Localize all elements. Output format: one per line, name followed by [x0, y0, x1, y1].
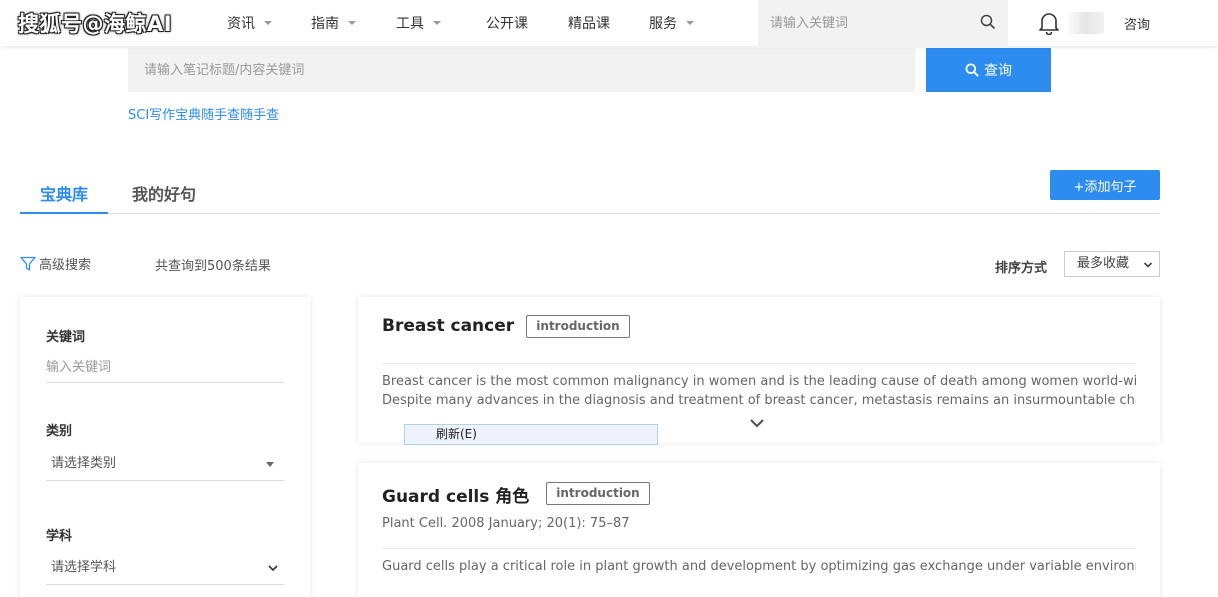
category-select-value: 请选择类别	[51, 456, 117, 471]
card-divider	[382, 548, 1136, 549]
result-count: 共查询到500条结果	[155, 259, 271, 274]
advanced-search-toggle[interactable]: 高级搜索	[20, 254, 91, 273]
category-select[interactable]: 请选择类别	[46, 447, 284, 481]
add-sentence-button[interactable]: +添加句子	[1050, 170, 1160, 200]
nav-item-premium-course[interactable]: 精品课	[568, 13, 610, 33]
sort-select[interactable]: 最多收藏	[1064, 251, 1160, 277]
top-search-box	[758, 0, 1008, 46]
nav-item-tools[interactable]: 工具	[396, 13, 441, 33]
top-navbar: 搜狐号@海鲸AI 资讯 指南 工具 公开课 精品课 服务 咨询	[0, 0, 1218, 46]
keyword-input[interactable]	[46, 353, 284, 383]
filter-sidebar: 关键词 类别 请选择类别 学科 请选择学科	[20, 297, 310, 597]
active-tab-indicator	[20, 212, 108, 214]
user-avatar[interactable]	[1068, 12, 1104, 34]
keyword-label: 关键词	[46, 330, 86, 345]
search-icon	[965, 63, 979, 77]
category-label: 类别	[46, 424, 73, 439]
chevron-down-icon	[268, 565, 278, 572]
nav-item-news[interactable]: 资讯	[227, 13, 272, 33]
result-text-line: Breast cancer is the most common maligna…	[382, 374, 1136, 389]
search-icon[interactable]	[980, 14, 996, 30]
result-title[interactable]: Breast cancer	[382, 316, 514, 336]
nav-item-open-course[interactable]: 公开课	[486, 13, 528, 33]
site-logo[interactable]: 搜狐号@海鲸AI	[18, 8, 172, 38]
nav-item-label: 精品课	[568, 16, 610, 32]
caret-down-icon	[266, 462, 274, 467]
result-citation: Plant Cell. 2008 January; 20(1): 75–87	[382, 516, 630, 531]
filter-icon	[20, 256, 36, 271]
nav-item-label: 公开课	[486, 16, 528, 32]
note-search-input[interactable]	[128, 48, 915, 92]
caret-down-icon	[264, 21, 272, 25]
section-tag: introduction	[526, 315, 630, 338]
context-menu-refresh[interactable]: 刷新(E)	[404, 424, 658, 445]
card-divider	[382, 363, 1136, 364]
chevron-down-icon	[1143, 262, 1153, 268]
advanced-search-label: 高级搜索	[39, 258, 92, 273]
sort-select-value: 最多收藏	[1077, 256, 1130, 271]
tab-divider	[20, 213, 1160, 214]
consult-link[interactable]: 咨询	[1124, 14, 1150, 33]
query-button[interactable]: 查询	[926, 48, 1051, 92]
caret-down-icon	[348, 21, 356, 25]
expand-chevron-icon[interactable]	[749, 417, 765, 429]
result-card[interactable]: Guard cells 角色 introduction Plant Cell. …	[358, 463, 1160, 597]
tab-handbook-library[interactable]: 宝典库	[40, 181, 88, 205]
tab-my-sentences[interactable]: 我的好句	[132, 181, 196, 205]
query-button-label: 查询	[984, 63, 1012, 79]
subject-select[interactable]: 请选择学科	[46, 551, 284, 585]
sci-handbook-link[interactable]: SCI写作宝典随手查随手查	[128, 104, 279, 123]
nav-item-label: 指南	[311, 16, 339, 32]
nav-item-label: 服务	[649, 16, 677, 32]
section-tag: introduction	[546, 482, 650, 505]
result-card[interactable]: Breast cancer introduction Breast cancer…	[358, 297, 1160, 445]
nav-item-services[interactable]: 服务	[649, 13, 694, 33]
result-title[interactable]: Guard cells 角色	[382, 482, 529, 507]
caret-down-icon	[686, 21, 694, 25]
sort-label: 排序方式	[995, 261, 1048, 276]
result-text-line: Guard cells play a critical role in plan…	[382, 559, 1136, 574]
caret-down-icon	[433, 21, 441, 25]
result-text-line: Despite many advances in the diagnosis a…	[382, 393, 1136, 408]
bell-icon[interactable]	[1038, 11, 1060, 35]
subject-label: 学科	[46, 529, 73, 544]
nav-item-label: 工具	[396, 16, 424, 32]
nav-item-label: 资讯	[227, 16, 255, 32]
nav-item-guide[interactable]: 指南	[311, 13, 356, 33]
subject-select-value: 请选择学科	[51, 560, 117, 575]
top-search-input[interactable]	[758, 0, 973, 46]
